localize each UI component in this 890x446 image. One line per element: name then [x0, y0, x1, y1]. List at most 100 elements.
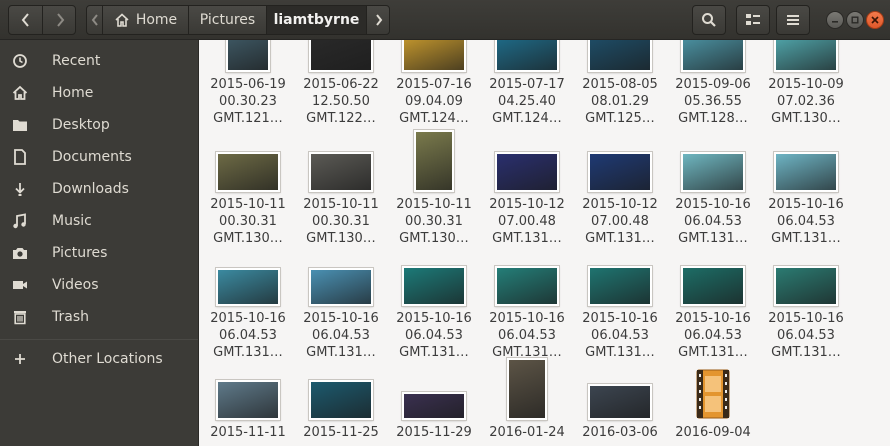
- file-item[interactable]: 2015-10-16 06.04.53 GMT.131…: [761, 266, 851, 361]
- close-window-button[interactable]: [866, 11, 884, 29]
- sidebar-item-music[interactable]: Music: [0, 205, 198, 237]
- folder-icon: [11, 116, 29, 134]
- file-name-line: 06.04.53: [312, 328, 370, 343]
- file-item[interactable]: 2015-10-09 07.02.36 GMT.130…: [761, 40, 851, 127]
- file-item[interactable]: 2015-10-16 06.04.53 GMT.131…: [668, 266, 758, 361]
- file-name-line: GMT.128…: [678, 111, 748, 126]
- image-thumbnail: [226, 40, 270, 72]
- view-options-button[interactable]: [736, 5, 770, 35]
- sidebar-item-recent[interactable]: Recent: [0, 45, 198, 77]
- file-item[interactable]: 2015-08-05 08.01.29 GMT.125…: [575, 40, 665, 127]
- menu-button[interactable]: [776, 5, 810, 35]
- file-item[interactable]: 2015-06-22 12.50.50 GMT.122…: [296, 40, 386, 127]
- clock-icon: [11, 52, 29, 70]
- thumbnail-wrapper: [482, 358, 572, 420]
- thumbnail-wrapper: [296, 380, 386, 420]
- camera-icon: [11, 244, 29, 262]
- plus-icon: [11, 350, 29, 368]
- sidebar-item-home[interactable]: Home: [0, 77, 198, 109]
- header-bar: Home Pictures liamtbyrne: [0, 0, 890, 40]
- breadcrumb-pictures-label: Pictures: [199, 12, 256, 28]
- file-item[interactable]: 2015-10-16 06.04.53 GMT.131…: [575, 266, 665, 361]
- image-thumbnail: [774, 152, 838, 192]
- sidebar-item-label: Videos: [52, 277, 99, 293]
- file-item[interactable]: 2015-07-16 09.04.09 GMT.124…: [389, 40, 479, 127]
- image-thumbnail: [216, 268, 280, 306]
- file-item[interactable]: 2015-10-16 06.04.53 GMT.131…: [203, 268, 293, 361]
- file-item[interactable]: 2016-03-06: [575, 384, 665, 441]
- breadcrumb-pictures[interactable]: Pictures: [189, 6, 267, 34]
- image-thumbnail: [588, 40, 652, 72]
- file-name-line: GMT.131…: [492, 231, 562, 246]
- file-name-line: 05.36.55: [684, 94, 742, 109]
- file-item[interactable]: 2015-10-16 06.04.53 GMT.131…: [296, 268, 386, 361]
- file-name-label: 2015-09-06 05.36.55 GMT.128…: [675, 76, 751, 127]
- file-item[interactable]: 2015-10-16 06.04.53 GMT.131…: [389, 266, 479, 361]
- breadcrumb-scroll-left-button[interactable]: [87, 6, 103, 34]
- file-item[interactable]: 2015-10-12 07.00.48 GMT.131…: [482, 152, 572, 247]
- file-name-label: 2016-01-24: [489, 424, 565, 441]
- file-name-line: 00.30.31: [219, 214, 277, 229]
- file-item[interactable]: 2015-09-06 05.36.55 GMT.128…: [668, 40, 758, 127]
- file-name-line: 06.04.53: [777, 214, 835, 229]
- maximize-window-button[interactable]: [846, 11, 864, 29]
- chevron-right-icon: [376, 14, 383, 26]
- sidebar-item-desktop[interactable]: Desktop: [0, 109, 198, 141]
- file-name-line: 2015-10-12: [582, 197, 658, 212]
- sidebar-item-label: Trash: [52, 309, 89, 325]
- breadcrumb-home[interactable]: Home: [103, 6, 189, 34]
- file-name-line: 2015-10-09: [768, 77, 844, 92]
- file-item[interactable]: 2015-11-25: [296, 380, 386, 441]
- file-item[interactable]: 2016-09-04: [668, 368, 758, 441]
- file-item[interactable]: 2015-10-11 00.30.31 GMT.130…: [203, 152, 293, 247]
- thumbnail-wrapper: [296, 268, 386, 306]
- file-item[interactable]: 2015-10-16 06.04.53 GMT.131…: [482, 266, 572, 361]
- image-thumbnail: [402, 266, 466, 306]
- file-name-line: 04.25.40: [498, 94, 556, 109]
- file-name-line: 00.30.31: [312, 214, 370, 229]
- sidebar-item-other-locations[interactable]: Other Locations: [0, 343, 198, 375]
- file-item[interactable]: 2015-11-11: [203, 380, 293, 441]
- file-name-line: GMT.131…: [678, 345, 748, 360]
- file-name-line: GMT.131…: [771, 231, 841, 246]
- thumbnail-wrapper: [575, 40, 665, 72]
- sidebar-item-trash[interactable]: Trash: [0, 301, 198, 333]
- file-icon-view[interactable]: 2015-06-19 00.30.23 GMT.121… 2015-06-22 12.5…: [199, 40, 890, 446]
- sidebar-item-documents[interactable]: Documents: [0, 141, 198, 173]
- minimize-window-button[interactable]: [826, 11, 844, 29]
- file-item[interactable]: 2015-10-16 06.04.53 GMT.131…: [668, 152, 758, 247]
- sidebar-item-pictures[interactable]: Pictures: [0, 237, 198, 269]
- thumbnail-wrapper: [575, 266, 665, 306]
- file-item[interactable]: 2015-06-19 00.30.23 GMT.121…: [203, 40, 293, 127]
- breadcrumb-scroll-right-button[interactable]: [367, 6, 389, 34]
- sidebar-item-label: Documents: [52, 149, 132, 165]
- file-item[interactable]: 2015-10-12 07.00.48 GMT.131…: [575, 152, 665, 247]
- file-name-line: GMT.130…: [399, 231, 469, 246]
- file-name-label: 2015-10-16 06.04.53 GMT.131…: [768, 196, 844, 247]
- image-thumbnail: [774, 40, 838, 72]
- sidebar-item-videos[interactable]: Videos: [0, 269, 198, 301]
- file-item[interactable]: 2015-11-29: [389, 392, 479, 441]
- file-item[interactable]: 2015-10-16 06.04.53 GMT.131…: [761, 152, 851, 247]
- thumbnail-wrapper: [482, 266, 572, 306]
- search-icon: [702, 13, 716, 27]
- file-name-line: 06.04.53: [684, 214, 742, 229]
- forward-button[interactable]: [43, 6, 75, 34]
- image-thumbnail: [216, 380, 280, 420]
- file-item[interactable]: 2016-01-24: [482, 358, 572, 441]
- thumbnail-wrapper: [575, 152, 665, 192]
- file-name-line: 2015-10-11: [210, 197, 286, 212]
- file-name-label: 2015-10-12 07.00.48 GMT.131…: [582, 196, 658, 247]
- file-item[interactable]: 2015-07-17 04.25.40 GMT.124…: [482, 40, 572, 127]
- music-icon: [11, 212, 29, 230]
- breadcrumb-current-folder[interactable]: liamtbyrne: [267, 6, 367, 34]
- image-thumbnail: [588, 152, 652, 192]
- search-button[interactable]: [692, 5, 726, 35]
- file-item[interactable]: 2015-10-11 00.30.31 GMT.130…: [296, 152, 386, 247]
- sidebar-item-downloads[interactable]: Downloads: [0, 173, 198, 205]
- download-icon: [11, 180, 29, 198]
- back-button[interactable]: [9, 6, 43, 34]
- file-name-label: 2015-10-16 06.04.53 GMT.131…: [768, 310, 844, 361]
- file-name-line: 06.04.53: [405, 328, 463, 343]
- file-item[interactable]: 2015-10-11 00.30.31 GMT.130…: [389, 130, 479, 247]
